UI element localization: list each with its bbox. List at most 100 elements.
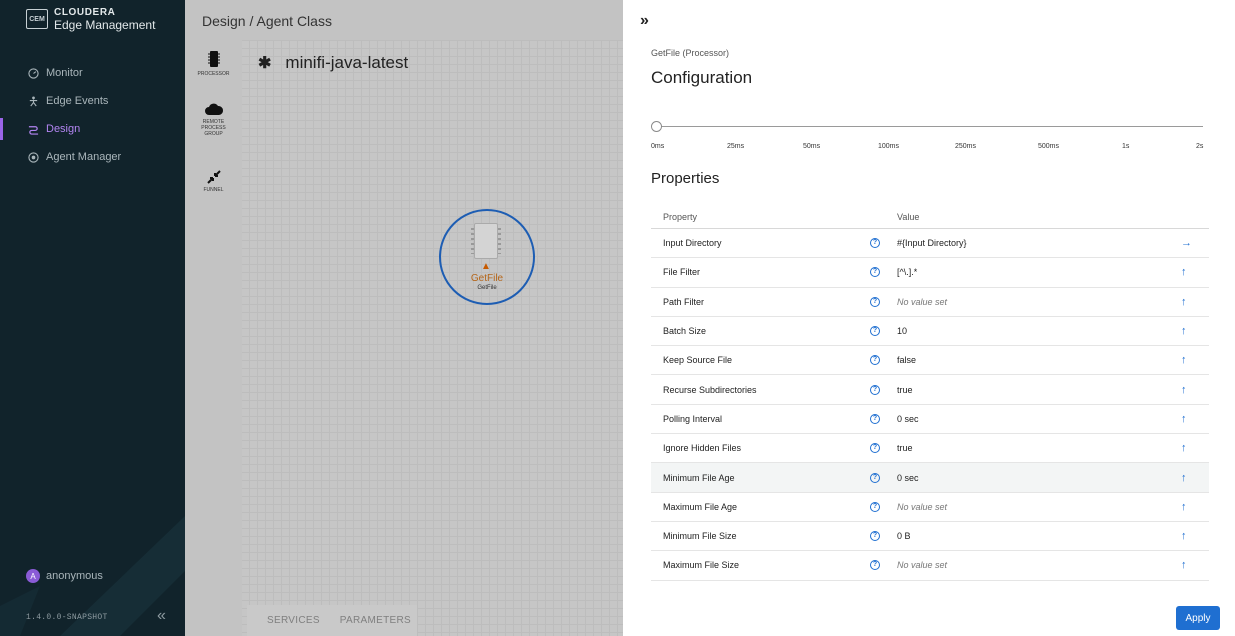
arrow-up-icon[interactable]: ↑ bbox=[1181, 384, 1187, 396]
asterisk-icon: ✱ bbox=[258, 55, 272, 72]
slider-tick: 100ms bbox=[878, 143, 900, 150]
property-value[interactable]: true bbox=[897, 385, 913, 395]
arrow-up-icon[interactable]: ↑ bbox=[1181, 530, 1187, 542]
help-icon[interactable]: ? bbox=[870, 443, 880, 454]
table-row[interactable]: Path Filter? No value set ↑ bbox=[651, 288, 1209, 317]
help-icon[interactable]: ? bbox=[870, 355, 880, 366]
property-value[interactable]: 0 sec bbox=[897, 473, 919, 483]
arrow-up-icon[interactable]: ↑ bbox=[1181, 325, 1187, 337]
property-name: Recurse Subdirectories bbox=[663, 384, 757, 395]
slider-tick: 50ms bbox=[803, 143, 821, 150]
tab-services[interactable]: SERVICES bbox=[267, 615, 320, 626]
arrow-up-icon[interactable]: ↑ bbox=[1181, 266, 1187, 278]
table-row[interactable]: Input Directory? #{Input Directory} → bbox=[651, 229, 1209, 259]
slider-thumb[interactable] bbox=[651, 121, 662, 132]
property-name: Ignore Hidden Files bbox=[663, 443, 742, 454]
property-name: Input Directory bbox=[663, 238, 722, 249]
table-row[interactable]: Maximum File Age? No value set ↑ bbox=[651, 493, 1209, 522]
canvas-bottom-tabs: SERVICES PARAMETERS bbox=[247, 605, 417, 636]
slider-tick: 1s bbox=[1122, 143, 1130, 150]
property-value[interactable]: No value set bbox=[897, 560, 947, 570]
arrow-up-icon[interactable]: ↑ bbox=[1181, 442, 1187, 454]
page-title: Design / Agent Class bbox=[202, 13, 332, 29]
property-value[interactable]: No value set bbox=[897, 297, 947, 307]
palette-processor-label: PROCESSOR bbox=[197, 71, 230, 77]
flow-title: ✱ minifi-java-latest bbox=[258, 53, 408, 73]
property-value[interactable]: #{Input Directory} bbox=[897, 238, 967, 248]
sidebar: CEM CLOUDERA Edge Management Monitor Edg… bbox=[0, 0, 185, 636]
sidebar-item-agent-manager[interactable]: Agent Manager bbox=[0, 146, 185, 168]
help-icon[interactable]: ? bbox=[870, 501, 880, 512]
table-row[interactable]: Maximum File Size? No value set ↑ bbox=[651, 551, 1209, 581]
sidebar-item-monitor[interactable]: Monitor bbox=[0, 62, 185, 84]
sidebar-item-edge-events[interactable]: Edge Events bbox=[0, 90, 185, 112]
processor-icon bbox=[207, 51, 220, 67]
help-icon[interactable]: ? bbox=[870, 296, 880, 307]
property-value[interactable]: No value set bbox=[897, 502, 947, 512]
palette-processor[interactable]: PROCESSOR bbox=[185, 50, 242, 77]
flow-canvas[interactable] bbox=[185, 40, 623, 636]
table-row[interactable]: File Filter? [^\.].* ↑ bbox=[651, 258, 1209, 288]
help-icon[interactable]: ? bbox=[870, 267, 880, 278]
table-row[interactable]: Minimum File Size? 0 B ↑ bbox=[651, 522, 1209, 552]
person-icon bbox=[27, 95, 39, 107]
arrow-up-icon[interactable]: ↑ bbox=[1181, 501, 1187, 513]
arrow-up-icon[interactable]: ↑ bbox=[1181, 354, 1187, 366]
help-icon[interactable]: ? bbox=[870, 384, 880, 395]
avatar: A bbox=[26, 569, 40, 583]
tab-parameters[interactable]: PARAMETERS bbox=[340, 615, 411, 626]
processor-chip-icon[interactable] bbox=[471, 223, 501, 259]
panel-subtitle: GetFile (Processor) bbox=[651, 48, 730, 58]
canvas-header: Design / Agent Class bbox=[185, 0, 623, 40]
table-row[interactable]: Recurse Subdirectories? true ↑ bbox=[651, 375, 1209, 405]
table-row[interactable]: Keep Source File? false ↑ bbox=[651, 346, 1209, 376]
user-menu[interactable]: A anonymous bbox=[26, 569, 103, 583]
column-header-value: Value bbox=[897, 212, 920, 222]
panel-title: Configuration bbox=[651, 68, 753, 87]
processor-type: GetFile bbox=[477, 285, 497, 291]
arrow-up-icon[interactable]: ↑ bbox=[1181, 472, 1187, 484]
double-chevron-left-icon[interactable]: « bbox=[157, 607, 166, 625]
property-value[interactable]: [^\.].* bbox=[897, 267, 917, 277]
palette-funnel[interactable]: FUNNEL bbox=[185, 170, 242, 193]
palette-remote-process-group[interactable]: REMOTE PROCESS GROUP bbox=[185, 102, 242, 137]
table-row[interactable]: Batch Size? 10 ↑ bbox=[651, 317, 1209, 347]
sidebar-item-label: Design bbox=[46, 123, 81, 135]
help-icon[interactable]: ? bbox=[870, 472, 880, 483]
property-value[interactable]: 0 B bbox=[897, 531, 911, 541]
property-value[interactable]: true bbox=[897, 443, 913, 453]
arrow-up-icon[interactable]: ↑ bbox=[1181, 413, 1187, 425]
property-name: Minimum File Age bbox=[663, 472, 735, 483]
table-row[interactable]: Minimum File Age? 0 sec ↑ bbox=[651, 463, 1209, 493]
arrow-up-icon[interactable]: ↑ bbox=[1181, 559, 1187, 571]
property-value[interactable]: 0 sec bbox=[897, 414, 919, 424]
property-name: Keep Source File bbox=[663, 355, 733, 366]
property-value[interactable]: 10 bbox=[897, 326, 907, 336]
slider-tick: 250ms bbox=[955, 143, 977, 150]
property-value[interactable]: false bbox=[897, 355, 916, 365]
run-schedule-slider[interactable] bbox=[657, 126, 1203, 127]
component-palette: PROCESSOR REMOTE PROCESS GROUP FUNNEL bbox=[185, 40, 242, 636]
property-name: Minimum File Size bbox=[663, 531, 737, 542]
help-icon[interactable]: ? bbox=[870, 531, 880, 542]
help-icon[interactable]: ? bbox=[870, 326, 880, 337]
apply-button[interactable]: Apply bbox=[1176, 606, 1220, 630]
agent-icon bbox=[27, 151, 39, 163]
brand-logo[interactable]: CEM CLOUDERA Edge Management bbox=[26, 7, 155, 31]
arrow-right-icon[interactable]: → bbox=[1181, 237, 1192, 249]
help-icon[interactable]: ? bbox=[870, 238, 880, 249]
property-name: File Filter bbox=[663, 267, 701, 278]
cloud-icon bbox=[204, 103, 223, 115]
slider-tick: 2s bbox=[1196, 143, 1204, 150]
arrow-up-icon[interactable]: ↑ bbox=[1181, 296, 1187, 308]
design-icon bbox=[27, 123, 39, 135]
palette-funnel-label: FUNNEL bbox=[203, 187, 224, 193]
double-chevron-right-icon[interactable]: » bbox=[640, 12, 649, 30]
help-icon[interactable]: ? bbox=[870, 560, 880, 571]
processor-name: GetFile bbox=[470, 273, 504, 284]
sidebar-item-design[interactable]: Design bbox=[0, 118, 185, 140]
table-row[interactable]: Ignore Hidden Files? true ↑ bbox=[651, 434, 1209, 464]
slider-tick: 0ms bbox=[651, 143, 665, 150]
table-row[interactable]: Polling Interval? 0 sec ↑ bbox=[651, 405, 1209, 435]
help-icon[interactable]: ? bbox=[870, 413, 880, 424]
